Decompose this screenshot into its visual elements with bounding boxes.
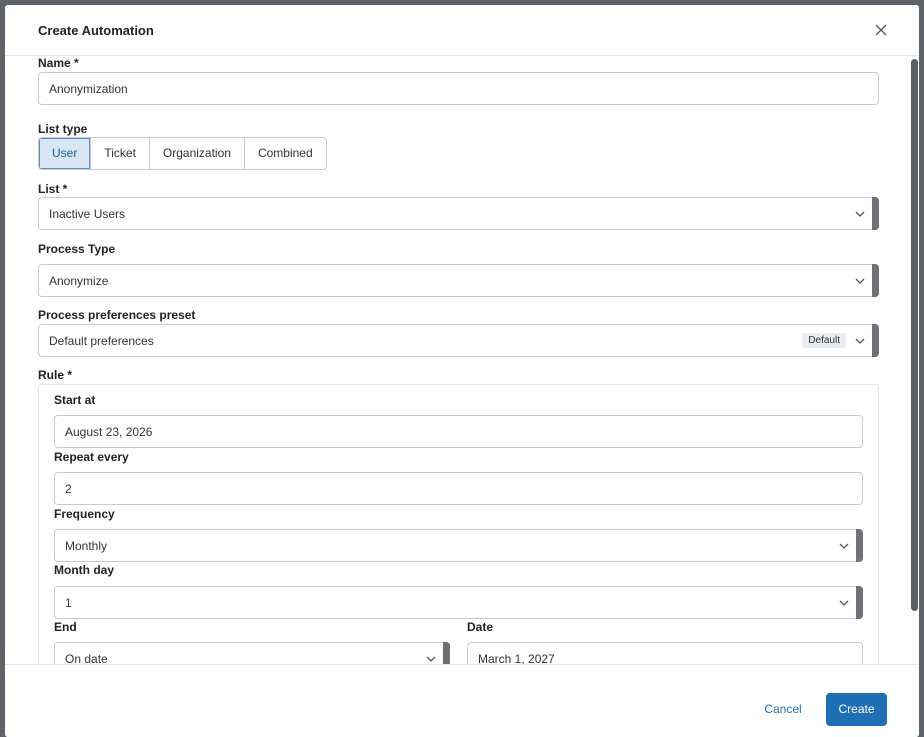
- list-type-label: List type: [38, 122, 88, 136]
- preset-value: Default preferences: [49, 334, 154, 348]
- frequency-label: Frequency: [54, 507, 115, 521]
- date-input[interactable]: March 1, 2027: [467, 642, 863, 664]
- start-at-label: Start at: [54, 393, 96, 407]
- end-label: End: [54, 620, 77, 634]
- process-type-value: Anonymize: [49, 274, 109, 288]
- chevron-down-icon: [839, 543, 849, 549]
- end-select[interactable]: On date: [54, 642, 450, 664]
- frequency-select[interactable]: Monthly: [54, 529, 863, 562]
- list-label: List *: [38, 182, 68, 196]
- start-at-value: August 23, 2026: [65, 425, 153, 439]
- select-scroll-handle: [856, 529, 863, 562]
- dialog-scrollbar[interactable]: [911, 59, 918, 611]
- process-type-label: Process Type: [38, 242, 116, 256]
- chevron-down-icon: [855, 278, 865, 284]
- list-type-ticket[interactable]: Ticket: [91, 138, 150, 169]
- close-icon[interactable]: [871, 20, 891, 40]
- process-type-select[interactable]: Anonymize: [38, 264, 879, 297]
- list-type-combined[interactable]: Combined: [245, 138, 326, 169]
- list-value: Inactive Users: [49, 207, 126, 221]
- select-scroll-handle: [443, 642, 450, 664]
- default-badge: Default: [802, 333, 846, 348]
- date-label: Date: [467, 620, 494, 634]
- repeat-every-input[interactable]: 2: [54, 472, 863, 505]
- repeat-every-label: Repeat every: [54, 450, 129, 464]
- date-value: March 1, 2027: [478, 652, 555, 664]
- list-select[interactable]: Inactive Users: [38, 197, 879, 230]
- dialog-title: Create Automation: [38, 23, 154, 38]
- name-label: Name *: [38, 57, 79, 70]
- select-scroll-handle: [872, 264, 879, 297]
- select-scroll-handle: [872, 197, 879, 230]
- create-automation-dialog: Create Automation Name * Anonymization L…: [5, 5, 919, 737]
- select-scroll-handle: [872, 324, 879, 357]
- chevron-down-icon: [855, 338, 865, 344]
- chevron-down-icon: [839, 600, 849, 606]
- month-day-value: 1: [65, 596, 72, 610]
- end-value: On date: [65, 652, 108, 664]
- dialog-body: Name * Anonymization List type User Tick…: [5, 57, 919, 664]
- chevron-down-icon: [855, 211, 865, 217]
- start-at-input[interactable]: August 23, 2026: [54, 415, 863, 448]
- list-type-organization[interactable]: Organization: [150, 138, 245, 169]
- dialog-header: Create Automation: [5, 5, 919, 56]
- name-value: Anonymization: [49, 82, 128, 96]
- preset-select[interactable]: Default preferences Default: [38, 324, 879, 357]
- create-button[interactable]: Create: [826, 693, 887, 726]
- chevron-down-icon: [426, 656, 436, 662]
- frequency-value: Monthly: [65, 539, 108, 553]
- dialog-footer: Cancel Create: [5, 664, 919, 737]
- preset-label: Process preferences preset: [38, 308, 196, 322]
- name-input[interactable]: Anonymization: [38, 72, 879, 105]
- list-type-user[interactable]: User: [39, 138, 92, 169]
- select-scroll-handle: [856, 586, 863, 619]
- rule-label: Rule *: [38, 368, 73, 382]
- cancel-button[interactable]: Cancel: [753, 693, 813, 725]
- month-day-select[interactable]: 1: [54, 586, 863, 619]
- list-type-segmented: User Ticket Organization Combined: [38, 137, 327, 170]
- repeat-every-value: 2: [65, 482, 72, 496]
- month-day-label: Month day: [54, 563, 114, 577]
